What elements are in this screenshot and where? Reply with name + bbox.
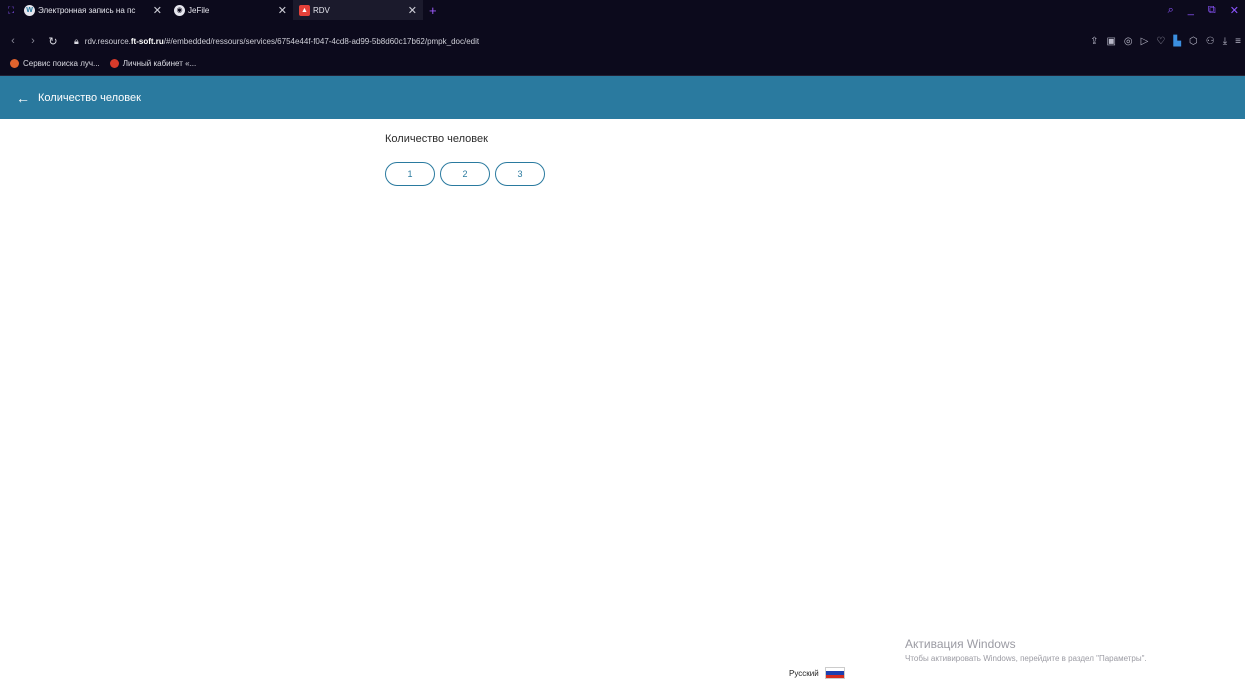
- reload-icon[interactable]: ↻: [46, 35, 60, 48]
- browser-tab-title: Электронная запись на пс: [38, 5, 136, 15]
- bookmark-personal-account[interactable]: Личный кабинет «...: [109, 59, 197, 68]
- tab-separator: [0, 20, 1245, 30]
- windows-activation-watermark: Активация Windows Чтобы активировать Win…: [905, 637, 1147, 663]
- restore-icon[interactable]: ⧉: [1208, 4, 1216, 17]
- bookmark-label: Сервис поиска луч...: [23, 59, 100, 68]
- bookmark-search-service[interactable]: Сервис поиска луч...: [10, 59, 100, 68]
- menu-icon[interactable]: ≡: [1235, 36, 1241, 47]
- minimize-icon[interactable]: _: [1188, 4, 1194, 16]
- page-title: Количество человек: [38, 91, 141, 104]
- browser-tab-jefile[interactable]: ◉ JeFile ✕: [168, 0, 293, 20]
- forward-icon[interactable]: ›: [26, 35, 40, 47]
- option-2-button[interactable]: 2: [440, 162, 490, 186]
- address-bar[interactable]: rdv.resource.ft-soft.ru/#/embedded/resso…: [85, 37, 479, 46]
- close-tab-icon[interactable]: ✕: [153, 4, 162, 17]
- url-prefix: rdv.resource.: [84, 36, 131, 46]
- watermark-text: Чтобы активировать Windows, перейдите в …: [905, 654, 1147, 663]
- browser-tab-title: RDV: [313, 5, 330, 15]
- bookmark-favicon-icon: [109, 59, 119, 68]
- url-domain: ft-soft.ru: [130, 36, 164, 46]
- play-icon[interactable]: ▷: [1141, 36, 1149, 47]
- window-controls: ⌕ _ ⧉ ✕: [1168, 0, 1239, 20]
- screenshot-icon[interactable]: ▣: [1106, 36, 1115, 47]
- bookmarks-bar: Сервис поиска луч... Личный кабинет «...: [0, 52, 1245, 76]
- lock-icon: 🔒︎: [74, 35, 79, 46]
- browser-tab-booking[interactable]: W Электронная запись на пс ✕: [18, 0, 168, 20]
- heart-icon[interactable]: ♡: [1156, 36, 1165, 47]
- language-selector[interactable]: Русский: [789, 667, 845, 679]
- close-tab-icon[interactable]: ✕: [408, 4, 417, 17]
- people-count-options: 1 2 3: [385, 162, 545, 186]
- rdv-logo-icon: ▲: [299, 4, 310, 16]
- people-count-section: Количество человек 1 2 3: [385, 133, 545, 186]
- back-icon[interactable]: ‹: [6, 35, 20, 47]
- new-tab-button[interactable]: +: [429, 3, 437, 18]
- close-tab-icon[interactable]: ✕: [278, 4, 287, 17]
- close-icon[interactable]: ✕: [1230, 4, 1239, 17]
- search-icon[interactable]: ⌕: [1168, 4, 1174, 17]
- browser-tab-title: JeFile: [188, 5, 210, 15]
- app-header: ← Количество человек: [0, 76, 1245, 119]
- cube-icon[interactable]: ⬡: [1189, 36, 1198, 47]
- wordpress-icon: W: [24, 4, 35, 16]
- question-label: Количество человек: [385, 133, 488, 145]
- browser-toolbar-icons: ⇪ ▣ ◎ ▷ ♡ ▙ ⬡ ⚇ ⤓ ≡: [1090, 30, 1241, 52]
- tab-list-icon[interactable]: ⛶: [4, 5, 18, 16]
- bookmark-favicon-icon: [10, 59, 19, 68]
- profile-icon[interactable]: ⚇: [1206, 36, 1215, 47]
- browser-tab-bar: ⛶ W Электронная запись на пс ✕ ◉ JeFile …: [0, 0, 1245, 20]
- extension-icon[interactable]: ▙: [1173, 36, 1181, 47]
- language-label: Русский: [789, 668, 819, 678]
- url-path: /#/embedded/ressours/services/6754e44f-f…: [163, 36, 480, 46]
- option-1-button[interactable]: 1: [385, 162, 435, 186]
- arrow-left-icon[interactable]: ←: [16, 90, 30, 106]
- watermark-title: Активация Windows: [905, 637, 1016, 651]
- bookmark-label: Личный кабинет «...: [122, 59, 197, 68]
- option-3-button[interactable]: 3: [495, 162, 545, 186]
- browser-nav-bar: ‹ › ↻ 🔒︎ rdv.resource.ft-soft.ru/#/embed…: [0, 30, 1245, 52]
- vpn-icon[interactable]: ◎: [1124, 36, 1133, 47]
- russia-flag-icon: [824, 667, 845, 679]
- share-icon[interactable]: ⇪: [1090, 36, 1098, 47]
- globe-icon: ◉: [174, 4, 185, 16]
- browser-tab-rdv[interactable]: ▲ RDV ✕: [293, 0, 423, 20]
- download-icon[interactable]: ⤓: [1223, 36, 1227, 47]
